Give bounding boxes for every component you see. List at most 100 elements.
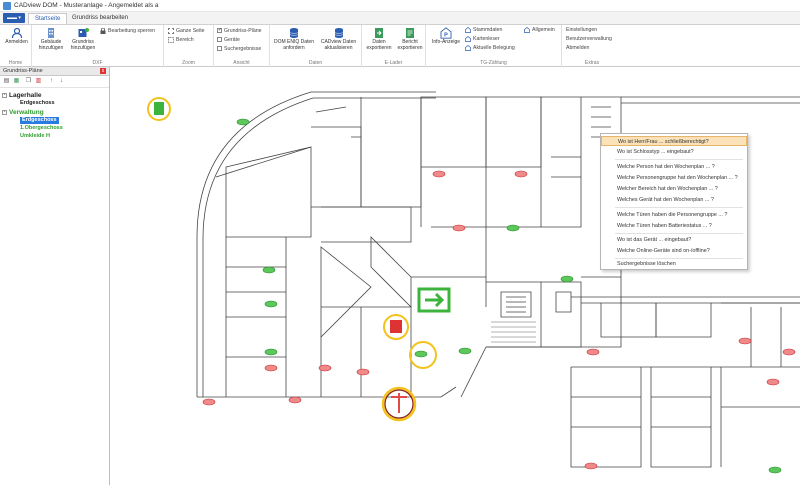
- occupancy-button[interactable]: Aktuelle Belegung: [465, 44, 515, 52]
- collapse-toggle-icon[interactable]: -: [2, 109, 7, 115]
- online-lock-icon[interactable]: [506, 224, 520, 232]
- offline-lock-icon[interactable]: [738, 337, 752, 345]
- exit-sign-icon: [417, 287, 451, 313]
- group-dxf-label: DXF: [92, 60, 103, 66]
- online-lock-icon[interactable]: [560, 275, 574, 283]
- online-lock-icon[interactable]: [458, 347, 472, 355]
- group-data-label: Daten: [308, 60, 323, 66]
- devices-checkbox[interactable]: [217, 37, 222, 43]
- add-plan-button[interactable]: Grundriss hinzufügen: [68, 27, 98, 51]
- floorplan-canvas[interactable]: [111, 67, 800, 485]
- door-online-icon[interactable]: [154, 102, 164, 115]
- user-management-button[interactable]: Benutzerverwaltung: [566, 35, 612, 43]
- online-lock-icon[interactable]: [768, 466, 782, 474]
- menu-item-doors-battery[interactable]: Welche Türen haben Batteriestatus ... ?: [601, 221, 747, 231]
- view-search-results-toggle[interactable]: Suchergebnisse: [217, 45, 261, 53]
- group-view: Grundriss-Pläne Geräte Suchergebnisse An…: [214, 25, 270, 67]
- offline-lock-icon[interactable]: [584, 462, 598, 470]
- view-devices-toggle[interactable]: Geräte: [217, 36, 240, 44]
- tree-label: 1.Obergeschoss: [20, 125, 63, 131]
- offline-lock-icon[interactable]: [782, 348, 796, 356]
- tree-item-lagerhalle[interactable]: - Lagerhalle: [2, 92, 42, 99]
- menu-item-doors-group[interactable]: Welche Türen haben die Personengruppe ..…: [601, 210, 747, 220]
- card-reader-button[interactable]: Kartenleser: [465, 35, 500, 43]
- logout-button[interactable]: Abmelden: [566, 44, 589, 52]
- menu-item-lock-type[interactable]: Wo ist Schlosstyp ... eingebaut?: [601, 147, 747, 157]
- add-building-button[interactable]: Gebäude hinzufügen: [36, 27, 66, 51]
- refresh-data-button[interactable]: CADview Daten aktualisieren: [317, 27, 360, 51]
- tree-item-verwaltung[interactable]: - Verwaltung: [2, 109, 44, 116]
- offline-lock-icon[interactable]: [264, 364, 278, 372]
- menu-item-who-authorized[interactable]: Wo ist Herr/Frau ... schließberechtigt?: [601, 136, 747, 146]
- online-lock-icon[interactable]: [264, 348, 278, 356]
- search-results-checkbox[interactable]: [217, 46, 222, 52]
- menu-item-group-weekplan[interactable]: Welche Personengruppe hat den Wochenplan…: [601, 173, 747, 183]
- export-data-button[interactable]: Daten exportieren: [364, 27, 394, 51]
- zoom-area-button[interactable]: Bereich: [168, 36, 194, 44]
- tree-item-umkleide[interactable]: Umkleide H: [20, 133, 50, 140]
- menu-item-online-status[interactable]: Welche Online-Geräte sind on-/offline?: [601, 246, 747, 256]
- tree-item-verwaltung-og1[interactable]: 1.Obergeschoss: [20, 125, 63, 132]
- online-lock-icon[interactable]: [236, 118, 250, 126]
- tree-item-lagerhalle-eg[interactable]: Erdgeschoss: [20, 100, 55, 107]
- general-button[interactable]: Allgemein: [524, 26, 555, 34]
- move-down-icon[interactable]: ↓: [58, 78, 65, 85]
- floorplan-add-icon: [78, 28, 89, 37]
- menu-item-clear-results[interactable]: Suchergebnisse löschen: [601, 259, 747, 269]
- offline-lock-icon[interactable]: [202, 398, 216, 406]
- door-offline-icon[interactable]: [390, 320, 402, 333]
- offline-lock-icon[interactable]: [356, 368, 370, 376]
- online-lock-icon[interactable]: [264, 300, 278, 308]
- online-lock-icon[interactable]: [262, 266, 276, 274]
- online-lock-icon[interactable]: [414, 350, 428, 358]
- offline-lock-icon[interactable]: [432, 170, 446, 178]
- zoom-fit-icon: [168, 27, 174, 34]
- offline-lock-icon[interactable]: [452, 224, 466, 232]
- add-plan-icon[interactable]: ▦: [13, 78, 20, 85]
- settings-button[interactable]: Einstellungen: [566, 26, 597, 34]
- retrieve-data-button[interactable]: DOM ENIQ Daten anfordern: [272, 27, 316, 51]
- floorplan-drawing: [147, 91, 800, 474]
- collapse-toggle-icon[interactable]: -: [2, 92, 7, 98]
- zoom-area-icon: [168, 36, 174, 43]
- export-report-button[interactable]: Bericht exportieren: [395, 27, 425, 51]
- open-plan-icon[interactable]: ▤: [3, 78, 10, 85]
- tab-start[interactable]: Startseite: [28, 13, 68, 24]
- menu-item-device-weekplan[interactable]: Welches Gerät hat den Wochenplan ... ?: [601, 195, 747, 205]
- login-button[interactable]: Anmelden: [3, 27, 30, 46]
- info-display-button[interactable]: P Info-Anzeige: [429, 27, 463, 46]
- parking-info-icon: P: [440, 27, 452, 39]
- master-data-button[interactable]: Stammdaten: [465, 26, 502, 34]
- lock-edit-label: Bearbeitung sperren: [108, 28, 156, 34]
- group-extras: Einstellungen Benutzerverwaltung Abmelde…: [562, 25, 622, 67]
- card-reader-icon: [465, 35, 471, 42]
- login-label: Anmelden: [5, 39, 28, 45]
- delete-icon[interactable]: ▥: [35, 78, 42, 85]
- offline-lock-icon[interactable]: [514, 170, 528, 178]
- menu-item-person-weekplan[interactable]: Welche Person hat den Wochenplan ... ?: [601, 162, 747, 172]
- move-up-icon[interactable]: ↑: [48, 78, 55, 85]
- lock-edit-button[interactable]: Bearbeitung sperren: [100, 27, 155, 35]
- offline-lock-icon[interactable]: [586, 348, 600, 356]
- tab-edit-plan[interactable]: Grundriss bearbeiten: [66, 13, 134, 24]
- menu-item-area-weekplan[interactable]: Welcher Bereich hat den Wochenplan ... ?: [601, 184, 747, 194]
- floorplans-checkbox[interactable]: [217, 26, 222, 34]
- file-menu-button[interactable]: ▬▬ ▾: [3, 13, 25, 23]
- group-tg-label: TG-Zählung: [480, 60, 507, 66]
- menu-item-device-location[interactable]: Wo ist das Gerät ... eingebaut?: [601, 235, 747, 245]
- offline-lock-icon[interactable]: [288, 396, 302, 404]
- zoom-whole-page-button[interactable]: Ganze Seite: [168, 27, 205, 35]
- tree-label: Erdgeschoss: [22, 117, 57, 123]
- panel-close-button[interactable]: x: [100, 68, 106, 74]
- tree-item-verwaltung-eg[interactable]: Erdgeschoss: [20, 117, 59, 124]
- view-floorplans-toggle[interactable]: Grundriss-Pläne: [217, 26, 261, 35]
- copy-icon[interactable]: ❐: [25, 78, 32, 85]
- group-tg: P Info-Anzeige Stammdaten Kartenleser Ak…: [426, 25, 562, 67]
- tree-label: Umkleide H: [20, 133, 50, 139]
- add-plan-label: Grundriss hinzufügen: [70, 39, 96, 51]
- view-search-results-label: Suchergebnisse: [224, 46, 262, 52]
- offline-lock-icon[interactable]: [766, 378, 780, 386]
- general-icon: [524, 26, 530, 33]
- offline-lock-icon[interactable]: [318, 364, 332, 372]
- panel-title: Grundriss-Pläne: [3, 68, 43, 74]
